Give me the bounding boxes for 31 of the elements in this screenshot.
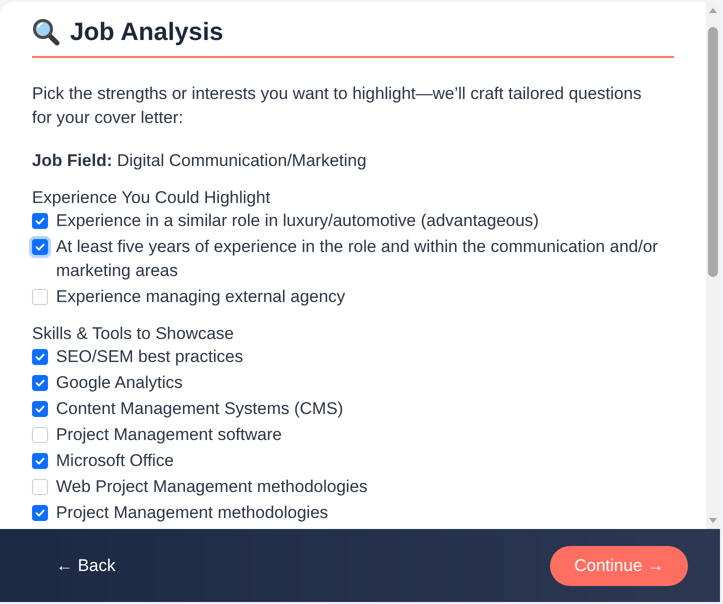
checkbox[interactable] bbox=[32, 453, 48, 469]
scrollbar-thumb[interactable] bbox=[708, 27, 718, 277]
check-icon bbox=[35, 216, 45, 226]
checkbox-label: Content Management Systems (CMS) bbox=[56, 398, 344, 420]
page-title: Job Analysis bbox=[70, 17, 224, 48]
job-field-text: Job Field: Digital Communication/Marketing bbox=[32, 150, 368, 172]
section-heading: Skills & Tools to Showcase bbox=[32, 323, 235, 345]
checkbox-label: Project Management methodologies bbox=[56, 502, 328, 524]
check-icon bbox=[35, 508, 45, 518]
checkbox-label: SEO/SEM best practices bbox=[56, 346, 244, 368]
checkbox-label: Microsoft Office bbox=[56, 450, 174, 472]
checkbox-label: Web Project Management methodologies bbox=[56, 476, 368, 498]
check-icon bbox=[35, 352, 45, 362]
checkbox-label: Google Analytics bbox=[56, 372, 183, 394]
checkbox-label: At least five years of experience in the role and within the communication and/or marketing areas bbox=[56, 236, 659, 282]
check-icon bbox=[35, 242, 45, 252]
checkbox-label: Project Management software bbox=[56, 424, 282, 446]
check-icon bbox=[35, 378, 45, 388]
checkbox[interactable] bbox=[32, 213, 48, 229]
back-button[interactable]: ← Back bbox=[40, 546, 132, 586]
checkbox[interactable] bbox=[32, 505, 48, 521]
checkbox-label: Experience managing external agency bbox=[56, 286, 346, 308]
intro-text: Pick the strengths or interests you want to highlight—we’ll craft tailored questions for your cover letter: bbox=[32, 83, 642, 129]
checkbox[interactable] bbox=[32, 375, 48, 391]
check-icon bbox=[35, 404, 45, 414]
checkbox-label: Experience in a similar role in luxury/automotive (advantageous) bbox=[56, 210, 539, 232]
check-icon bbox=[35, 456, 45, 466]
magnifier-icon bbox=[32, 18, 60, 46]
section-heading: Experience You Could Highlight bbox=[32, 187, 272, 209]
checkbox[interactable] bbox=[32, 349, 48, 365]
checkbox[interactable] bbox=[32, 401, 48, 417]
